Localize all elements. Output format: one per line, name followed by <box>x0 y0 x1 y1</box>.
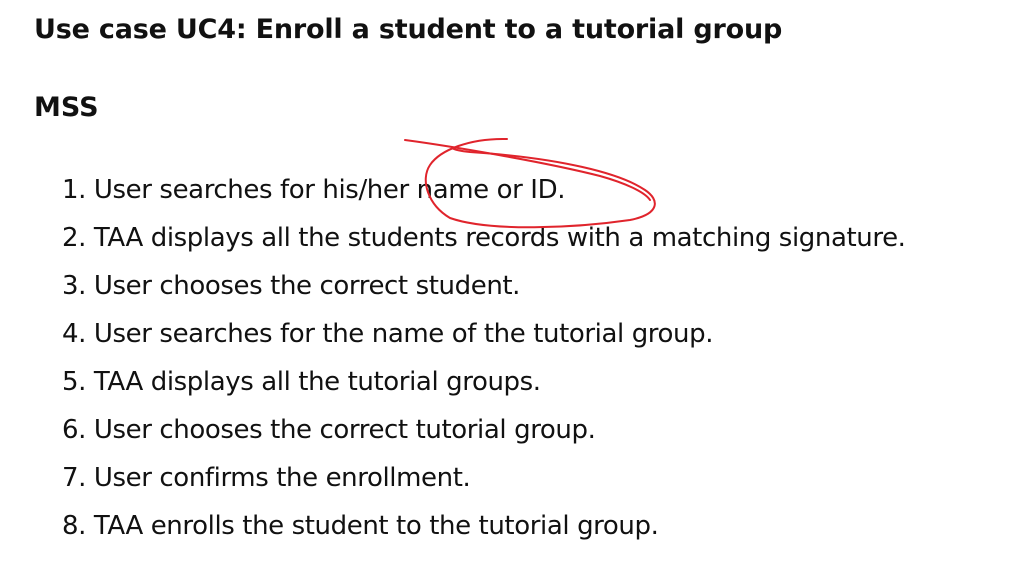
step-number: 2. <box>62 223 87 253</box>
step-text: TAA displays all the tutorial groups. <box>93 367 541 397</box>
step-text: User confirms the enrollment. <box>93 463 471 493</box>
list-item: 3. User chooses the correct student. <box>62 265 906 313</box>
list-item: 1. User searches for his/her name or ID. <box>62 169 906 217</box>
list-item: 4. User searches for the name of the tut… <box>62 313 906 361</box>
step-number: 7. <box>62 463 87 493</box>
step-text: User searches for his/her name or ID. <box>93 175 566 205</box>
step-text: User searches for the name of the tutori… <box>93 319 714 349</box>
section-heading-mss: MSS <box>34 92 99 123</box>
step-number: 3. <box>62 271 87 301</box>
step-text: User chooses the correct tutorial group. <box>93 415 596 445</box>
mss-steps-list: 1. User searches for his/her name or ID.… <box>62 169 906 553</box>
step-text: User chooses the correct student. <box>93 271 521 301</box>
document-page: Use case UC4: Enroll a student to a tuto… <box>0 0 1012 571</box>
step-text: TAA displays all the students records wi… <box>93 223 906 253</box>
step-number: 5. <box>62 367 87 397</box>
list-item: 7. User confirms the enrollment. <box>62 457 906 505</box>
step-number: 1. <box>62 175 87 205</box>
list-item: 6. User chooses the correct tutorial gro… <box>62 409 906 457</box>
list-item: 5. TAA displays all the tutorial groups. <box>62 361 906 409</box>
step-number: 6. <box>62 415 87 445</box>
step-text: TAA enrolls the student to the tutorial … <box>93 511 659 541</box>
step-number: 8. <box>62 511 87 541</box>
list-item: 8. TAA enrolls the student to the tutori… <box>62 505 906 553</box>
list-item: 2. TAA displays all the students records… <box>62 217 906 265</box>
step-number: 4. <box>62 319 87 349</box>
use-case-title: Use case UC4: Enroll a student to a tuto… <box>34 14 783 45</box>
